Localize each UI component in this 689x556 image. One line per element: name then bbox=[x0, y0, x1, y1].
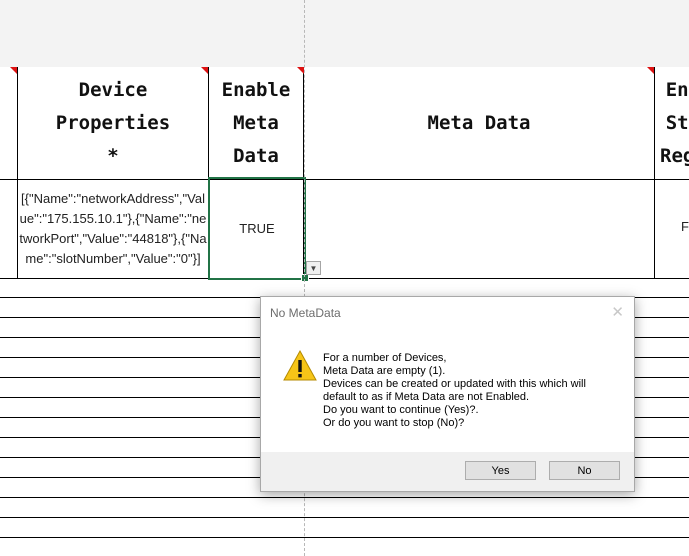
row-gridline bbox=[0, 497, 689, 498]
no-metadata-dialog: No MetaData ✕ For a number of Devices, M… bbox=[260, 296, 635, 492]
cell-value: TRUE bbox=[239, 221, 275, 236]
dialog-message: For a number of Devices, Meta Data are e… bbox=[323, 352, 623, 430]
header-next-column[interactable]: En St Reg bbox=[660, 67, 689, 179]
toolbar-area bbox=[0, 0, 689, 67]
message-line: Devices can be created or updated with t… bbox=[323, 378, 586, 390]
device-properties-cell[interactable]: [{"Name":"networkAddress","Value":"175.1… bbox=[18, 179, 208, 278]
header-label: Meta Data bbox=[427, 111, 531, 134]
message-line: Meta Data are empty (1). bbox=[323, 365, 446, 377]
comment-indicator[interactable] bbox=[10, 67, 17, 74]
close-icon[interactable]: ✕ bbox=[611, 303, 624, 321]
header-enable-meta-data[interactable]: Enable Meta Data bbox=[209, 67, 303, 179]
no-button[interactable]: No bbox=[549, 461, 620, 480]
message-line: Or do you want to stop (No)? bbox=[323, 417, 465, 429]
message-line: For a number of Devices, bbox=[323, 352, 447, 364]
row-gridline bbox=[0, 517, 689, 518]
header-meta-data[interactable]: Meta Data bbox=[304, 67, 654, 179]
fill-handle[interactable] bbox=[301, 274, 309, 282]
header-label: Device Properties * bbox=[55, 78, 171, 167]
dropdown-arrow-icon[interactable]: ▼ bbox=[306, 261, 321, 275]
warning-icon bbox=[283, 349, 317, 381]
message-line: default to as if Meta Data are not Enabl… bbox=[323, 391, 530, 403]
header-label: En St Reg bbox=[660, 78, 689, 167]
column-divider bbox=[654, 67, 655, 279]
dialog-title: No MetaData bbox=[270, 306, 341, 320]
header-label: Enable Meta Data bbox=[221, 78, 291, 167]
row-gridline bbox=[0, 537, 689, 538]
message-line: Do you want to continue (Yes)?. bbox=[323, 404, 479, 416]
header-device-properties[interactable]: Device Properties * bbox=[18, 67, 208, 179]
enable-meta-data-cell[interactable]: TRUE bbox=[208, 177, 306, 280]
clipped-cell[interactable]: F bbox=[681, 219, 689, 234]
yes-button[interactable]: Yes bbox=[465, 461, 536, 480]
